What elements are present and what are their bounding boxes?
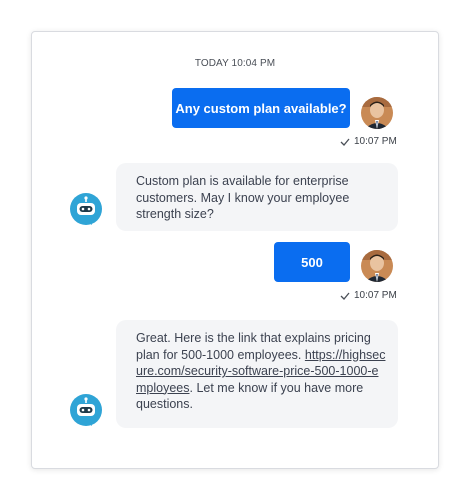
chatbot-icon <box>69 192 103 226</box>
bot-message-bubble: Custom plan is available for enterprise … <box>116 163 398 231</box>
user-message-bubble: 500 <box>274 242 350 282</box>
check-icon <box>340 292 350 300</box>
user-avatar <box>361 97 393 129</box>
bot-message-bubble: Great. Here is the link that explains pr… <box>116 320 398 428</box>
check-icon <box>340 138 350 146</box>
chat-window: TODAY 10:04 PM Any custom plan available… <box>31 31 439 469</box>
message-status: 10:07 PM <box>340 290 397 301</box>
message-time: 10:07 PM <box>354 290 397 301</box>
user-avatar <box>361 250 393 282</box>
chatbot-icon <box>69 393 103 427</box>
message-status: 10:07 PM <box>340 136 397 147</box>
bot-message-text: Custom plan is available for enterprise … <box>136 174 350 221</box>
message-time: 10:07 PM <box>354 136 397 147</box>
user-message-text: 500 <box>301 254 323 270</box>
user-message-bubble: Any custom plan available? <box>172 88 350 128</box>
user-message-text: Any custom plan available? <box>175 100 347 116</box>
conversation-timestamp: TODAY 10:04 PM <box>194 58 276 69</box>
